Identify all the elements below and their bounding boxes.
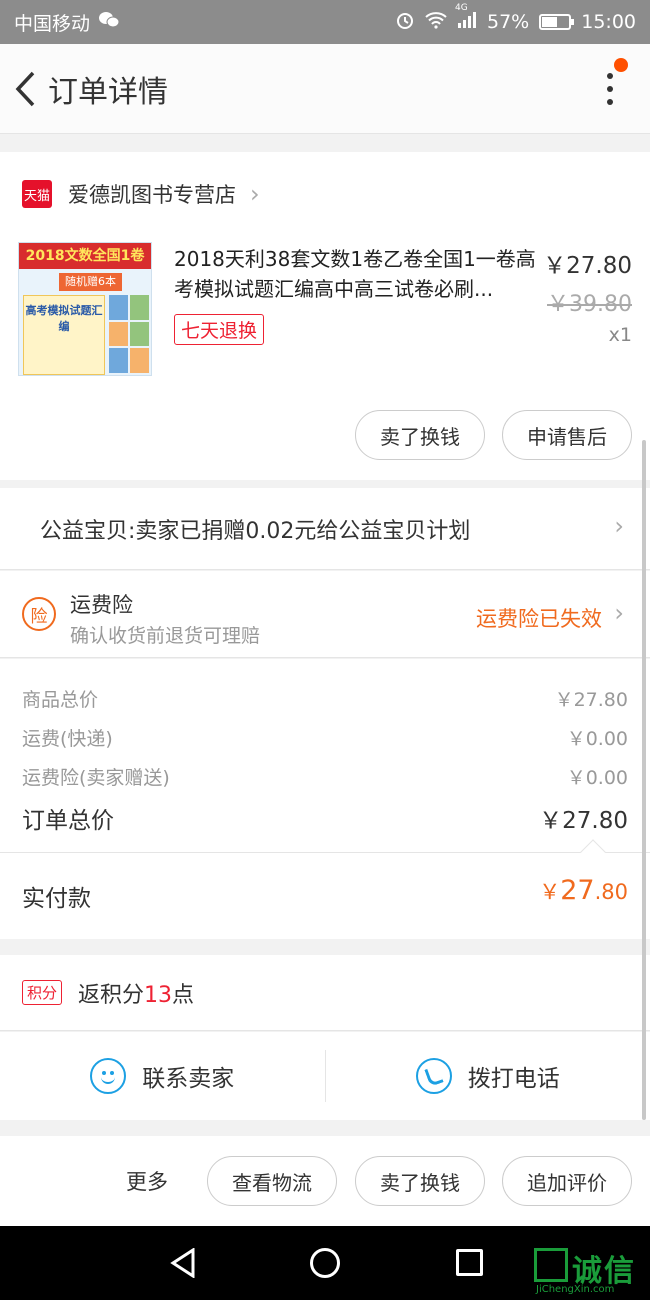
product-title: 2018天利38套文数1卷乙卷全国1一卷高考模拟试题汇编高中高三试卷必刷... [174, 247, 536, 301]
thumb-bonus-books [109, 295, 149, 373]
paid-row: 实付款 ￥27.80 [0, 839, 650, 939]
paid-decimal: .80 [594, 880, 628, 904]
notification-dot [614, 58, 628, 72]
shipping-value: ￥0.00 [566, 728, 628, 750]
wifi-icon [425, 11, 447, 34]
chevron-right-icon: › [614, 512, 624, 540]
nav-bar: 订单详情 [0, 44, 650, 134]
watermark-sub: JiChengXin.com [536, 1284, 615, 1295]
call-label: 拨打电话 [467, 1066, 560, 1092]
contact-bar: 联系卖家 拨打电话 [0, 1032, 650, 1120]
product-item[interactable]: 2018文数全国1卷 随机赠6本 高考模拟试题汇编 2018天利38套文数1卷乙… [0, 236, 650, 378]
points-prefix: 返积分 [78, 982, 145, 1008]
scrollbar[interactable] [642, 440, 646, 1120]
shipping-row: 运费(快递) ￥0.00 [22, 724, 628, 751]
phone-icon [415, 1058, 452, 1094]
wechat-icon [98, 11, 120, 34]
insurance-icon: 险 [22, 597, 56, 631]
system-back-icon[interactable] [170, 1247, 196, 1282]
return-policy-tag: 七天退换 [174, 314, 265, 345]
shipping-insurance-row[interactable]: 险 运费险 确认收货前退货可理赔 运费险已失效 › [0, 571, 650, 658]
resell-button[interactable]: 卖了换钱 [355, 410, 485, 460]
shop-row[interactable]: 天猫 爱德凯图书专营店 › [0, 152, 650, 236]
subtotal-row: 商品总价 ￥27.80 [22, 685, 628, 712]
charity-row[interactable]: 公益宝贝:卖家已捐赠0.02元给公益宝贝计划 › [0, 488, 650, 570]
resell-bottom-button[interactable]: 卖了换钱 [355, 1156, 485, 1206]
insurance-fee-value: ￥0.00 [566, 767, 628, 789]
order-total-value: ￥27.80 [539, 808, 628, 834]
thumb-banner: 2018文数全国1卷 [19, 243, 151, 269]
paid-amount: ￥27.80 [539, 875, 628, 906]
product-quantity: x1 [608, 324, 632, 346]
system-home-icon[interactable] [310, 1248, 340, 1278]
points-suffix: 点 [172, 982, 195, 1008]
chevron-right-icon: › [250, 180, 260, 208]
subtotal-label: 商品总价 [22, 689, 99, 711]
paid-integer: 27 [560, 875, 595, 906]
chevron-left-icon [15, 71, 35, 106]
product-actions: 卖了换钱 申请售后 [0, 378, 650, 480]
insurance-subtitle: 确认收货前退货可理赔 [70, 625, 261, 647]
thumb-title: 高考模拟试题汇编 [25, 304, 103, 333]
battery-icon [539, 14, 575, 30]
system-recents-icon[interactable] [456, 1249, 483, 1276]
call-button[interactable]: 拨打电话 [326, 1032, 650, 1120]
shipping-label: 运费(快递) [22, 728, 113, 750]
product-price-block: ￥27.80 ￥39.80 x1 [543, 246, 632, 346]
tmall-badge: 天猫 [22, 180, 52, 208]
price-breakdown: 商品总价 ￥27.80 运费(快递) ￥0.00 运费险(卖家赠送) ￥0.00… [0, 659, 650, 853]
product-price: ￥27.80 [543, 253, 632, 279]
after-sales-button[interactable]: 申请售后 [502, 410, 632, 460]
paid-currency: ￥ [539, 880, 561, 904]
carrier-label: 中国移动 [14, 12, 91, 35]
battery-percent: 57% [487, 11, 530, 33]
shop-name: 爱德凯图书专营店 [68, 183, 236, 207]
page-title: 订单详情 [48, 74, 168, 110]
more-button[interactable]: 更多 [126, 1166, 168, 1196]
product-thumbnail[interactable]: 2018文数全国1卷 随机赠6本 高考模拟试题汇编 [18, 242, 152, 376]
contact-seller-label: 联系卖家 [142, 1066, 235, 1092]
back-button[interactable] [4, 59, 46, 119]
insurance-fee-label: 运费险(卖家赠送) [22, 767, 170, 789]
order-total-label: 订单总价 [22, 808, 114, 834]
insurance-status: 运费险已失效 [476, 607, 602, 631]
network-type: 4G [455, 2, 468, 13]
chevron-right-icon: › [614, 599, 624, 627]
subtotal-value: ￥27.80 [554, 689, 628, 711]
insurance-fee-row: 运费险(卖家赠送) ￥0.00 [22, 763, 628, 790]
paid-label: 实付款 [22, 886, 91, 912]
view-logistics-button[interactable]: 查看物流 [207, 1156, 337, 1206]
product-original-price: ￥39.80 [547, 292, 632, 317]
thumb-book-cover: 高考模拟试题汇编 [23, 295, 105, 375]
watermark-logo: 诚信 JiChengXin.com [530, 1248, 650, 1300]
bottom-action-bar: 更多 查看物流 卖了换钱 追加评价 [0, 1136, 650, 1226]
order-total-row: 订单总价 ￥27.80 [22, 801, 628, 835]
points-badge: 积分 [22, 980, 63, 1005]
points-text: 返积分13点 [78, 977, 194, 1009]
clock: 15:00 [581, 11, 636, 33]
alarm-icon [395, 10, 415, 35]
points-row: 积分 返积分13点 [0, 955, 650, 1031]
status-bar: 中国移动 4G 57% 15:00 [0, 0, 650, 44]
charity-text: 公益宝贝:卖家已捐赠0.02元给公益宝贝计划 [40, 518, 471, 544]
insurance-title: 运费险 [70, 593, 133, 617]
add-review-button[interactable]: 追加评价 [502, 1156, 632, 1206]
thumb-tag: 随机赠6本 [59, 273, 122, 291]
points-amount: 13 [144, 982, 173, 1008]
signal-icon: 4G [455, 3, 477, 34]
chat-smile-icon [90, 1058, 127, 1094]
contact-seller-button[interactable]: 联系卖家 [0, 1032, 325, 1120]
